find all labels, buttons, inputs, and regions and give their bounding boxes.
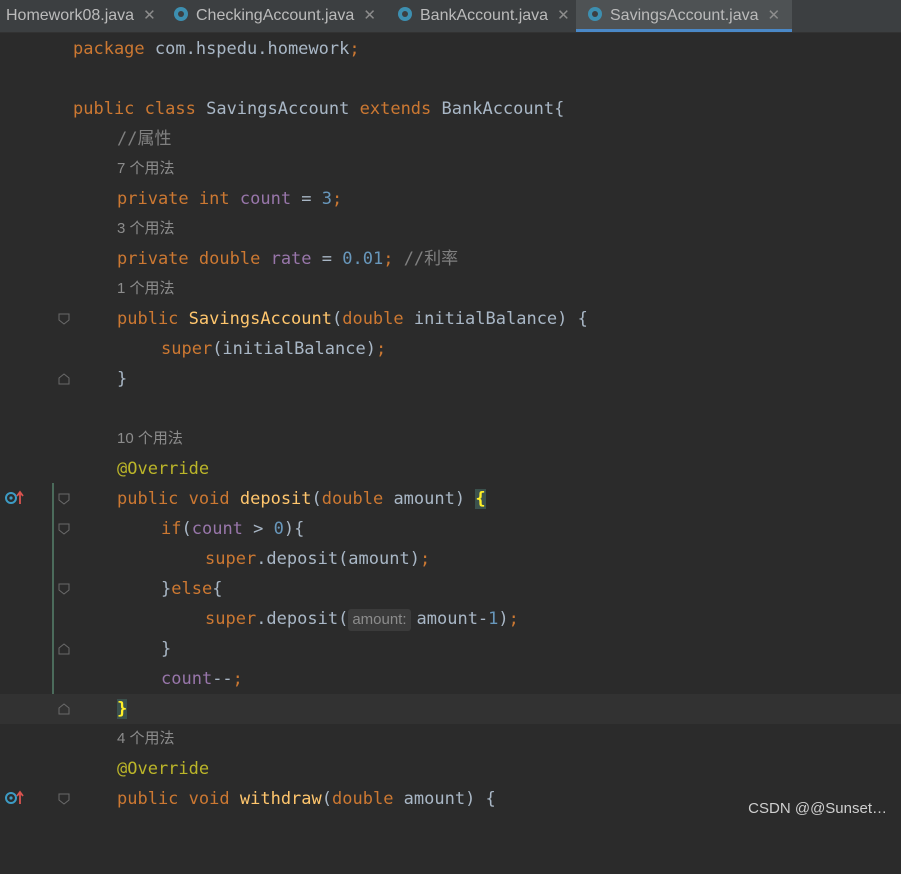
code-line: public class SavingsAccount extends Bank… (73, 99, 565, 119)
code-line: private double rate = 0.01; //利率 (117, 249, 459, 269)
watermark: CSDN @@Sunset… (748, 800, 887, 817)
fold-end-icon[interactable] (58, 373, 70, 385)
java-class-icon (588, 7, 602, 22)
tab-savingsaccount[interactable]: SavingsAccount.java ✕ (576, 0, 793, 32)
code-line-current: } (0, 694, 901, 724)
tab-checkingaccount[interactable]: CheckingAccount.java ✕ (174, 0, 376, 32)
code-line: @Override (117, 759, 210, 779)
usage-hint[interactable]: 10 个用法 (0, 424, 901, 454)
fold-marker-icon[interactable] (58, 313, 70, 325)
close-icon[interactable]: ✕ (768, 7, 781, 24)
code-line: } (117, 369, 128, 389)
fold-marker-icon[interactable] (58, 523, 70, 535)
code-line: super(initialBalance); (161, 339, 387, 359)
code-line: @Override (117, 459, 210, 479)
usage-hint[interactable]: 1 个用法 (0, 274, 901, 304)
fold-marker-icon[interactable] (58, 583, 70, 595)
java-class-icon (398, 7, 412, 22)
parameter-hint: amount: (348, 609, 411, 631)
close-icon[interactable]: ✕ (143, 7, 156, 24)
override-method-icon[interactable] (4, 790, 26, 806)
fold-end-icon[interactable] (58, 703, 70, 715)
code-line: super.deposit(amount: amount-1); (205, 609, 519, 631)
fold-marker-icon[interactable] (58, 793, 70, 805)
usage-hint[interactable]: 4 个用法 (0, 724, 901, 754)
code-editor[interactable]: package com.hspedu.homework; public clas… (0, 33, 901, 823)
code-line: private int count = 3; (117, 189, 343, 209)
usage-hint[interactable]: 7 个用法 (0, 154, 901, 184)
usage-hint[interactable]: 3 个用法 (0, 214, 901, 244)
close-icon[interactable]: ✕ (557, 7, 570, 24)
code-line: } (161, 639, 172, 659)
code-line: count--; (161, 669, 243, 689)
code-line: if(count > 0){ (161, 519, 305, 539)
code-line: public SavingsAccount(double initialBala… (117, 309, 588, 329)
fold-end-icon[interactable] (58, 643, 70, 655)
editor-tab-bar: Homework08.java ✕ CheckingAccount.java ✕ B… (0, 0, 901, 33)
code-line: //属性 (117, 129, 172, 149)
close-icon[interactable]: ✕ (363, 7, 376, 24)
tab-bankaccount[interactable]: BankAccount.java ✕ (398, 0, 570, 32)
code-line: public void deposit(double amount) { (117, 489, 486, 509)
fold-marker-icon[interactable] (58, 493, 70, 505)
matched-brace: } (117, 699, 128, 719)
tab-homework08[interactable]: Homework08.java ✕ (6, 0, 156, 32)
code-line: package com.hspedu.homework; (73, 39, 360, 59)
java-class-icon (174, 7, 188, 22)
override-method-icon[interactable] (4, 490, 26, 506)
code-line: }else{ (161, 579, 223, 599)
matched-brace: { (475, 489, 486, 509)
code-line: super.deposit(amount); (205, 549, 431, 569)
